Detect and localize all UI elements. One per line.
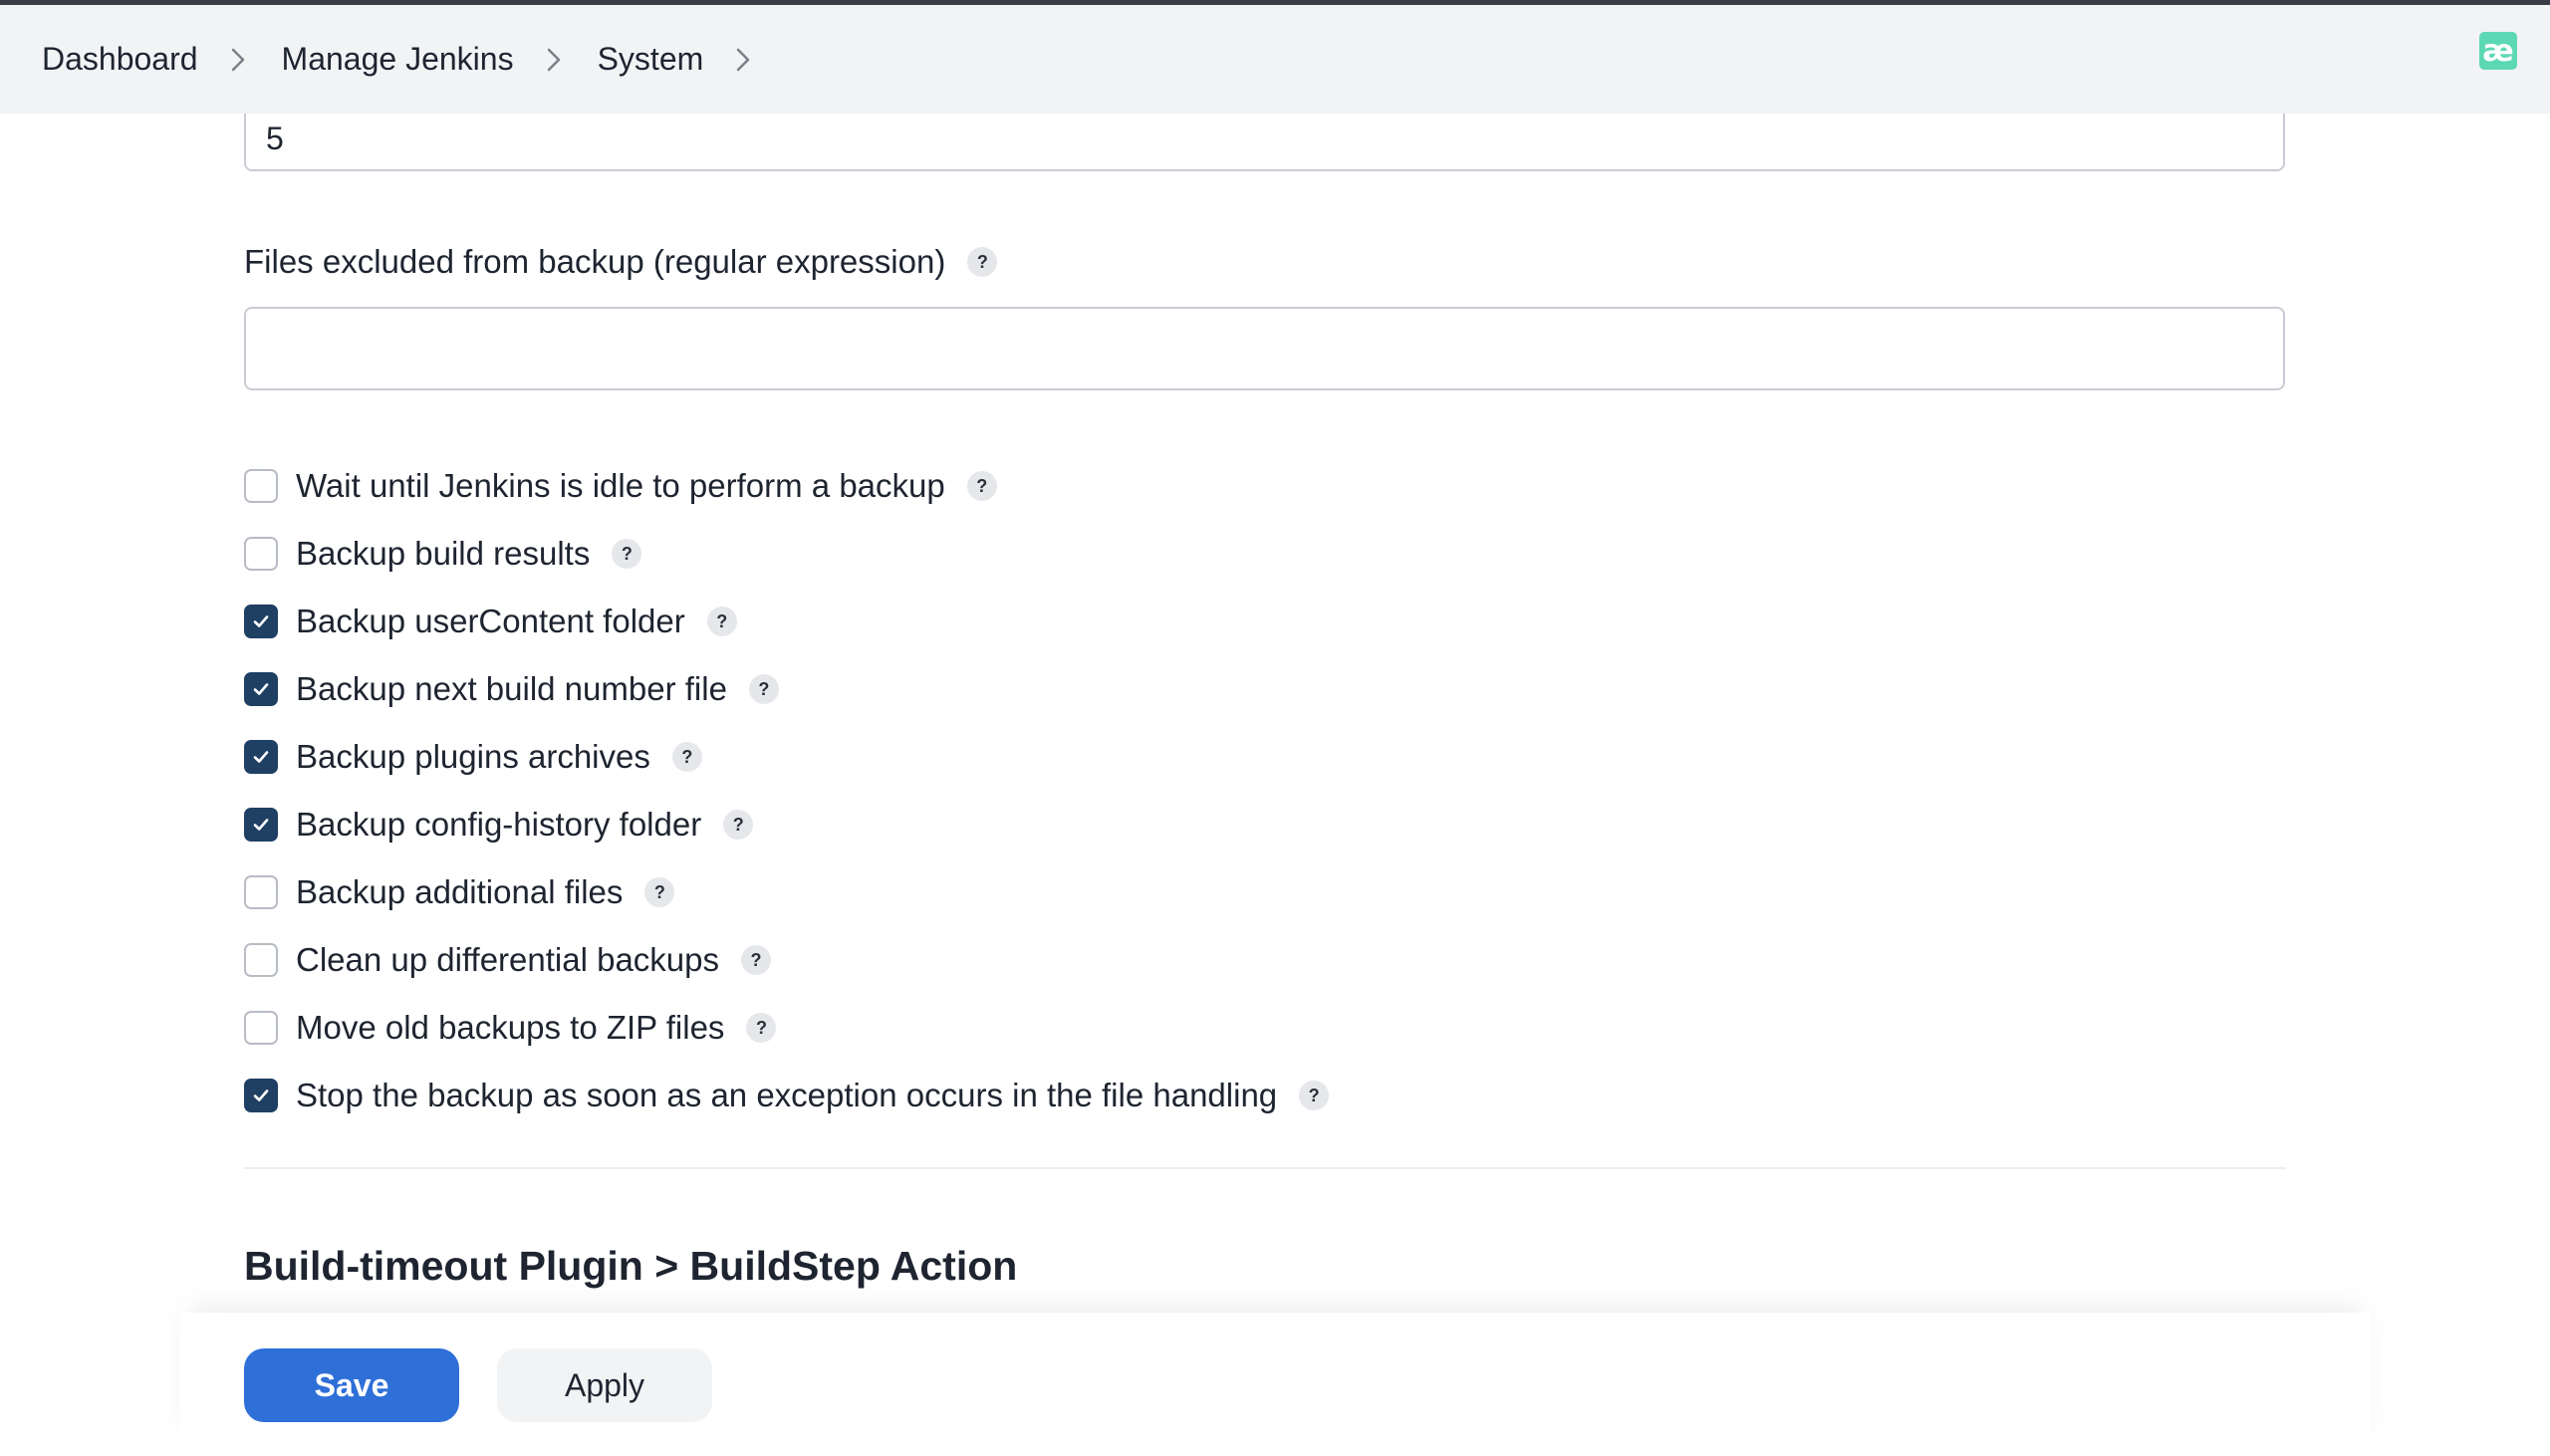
breadcrumb-bar: Dashboard Manage Jenkins System æ <box>0 5 2550 114</box>
breadcrumb-manage-jenkins[interactable]: Manage Jenkins <box>282 41 514 78</box>
help-icon[interactable]: ? <box>967 247 998 277</box>
apply-button[interactable]: Apply <box>497 1348 712 1422</box>
checkbox-label[interactable]: Wait until Jenkins is idle to perform a … <box>296 467 945 505</box>
help-icon[interactable]: ? <box>644 877 675 907</box>
checkbox-row[interactable]: Backup build results? <box>244 520 1329 588</box>
checkbox-label[interactable]: Backup build results <box>296 535 590 573</box>
checkbox-checked[interactable] <box>244 672 278 706</box>
breadcrumb-dashboard[interactable]: Dashboard <box>42 41 198 78</box>
checkbox-label[interactable]: Backup config-history folder <box>296 806 701 844</box>
help-icon[interactable]: ? <box>723 810 754 840</box>
checkbox-row[interactable]: Backup next build number file? <box>244 655 1329 723</box>
checkbox-unchecked[interactable] <box>244 875 278 909</box>
excluded-files-label-text: Files excluded from backup (regular expr… <box>244 243 946 280</box>
checkmark-icon <box>253 819 269 831</box>
checkmark-icon <box>253 615 269 627</box>
checkbox-row[interactable]: Clean up differential backups? <box>244 926 1329 994</box>
checkbox-unchecked[interactable] <box>244 1011 278 1045</box>
chevron-right-icon[interactable] <box>228 45 248 75</box>
chevron-right-icon[interactable] <box>733 45 753 75</box>
excluded-files-input[interactable] <box>244 307 2285 390</box>
checkbox-label[interactable]: Move old backups to ZIP files <box>296 1009 724 1047</box>
checkbox-checked[interactable] <box>244 808 278 842</box>
backup-options-list: Wait until Jenkins is idle to perform a … <box>244 452 1330 1129</box>
checkbox-row[interactable]: Stop the backup as soon as an exception … <box>244 1062 1330 1129</box>
bottom-action-bar: Save Apply <box>179 1313 2371 1456</box>
checkmark-icon <box>253 683 269 695</box>
breadcrumb-system[interactable]: System <box>598 41 704 78</box>
section-title: Build-timeout Plugin > BuildStep Action <box>244 1243 1018 1289</box>
help-icon[interactable]: ? <box>746 1013 777 1043</box>
checkbox-checked[interactable] <box>244 1079 278 1112</box>
help-icon[interactable]: ? <box>706 607 737 636</box>
checkbox-label[interactable]: Backup userContent folder <box>296 603 685 640</box>
checkbox-row[interactable]: Wait until Jenkins is idle to perform a … <box>244 452 1329 520</box>
checkbox-label[interactable]: Backup plugins archives <box>296 738 650 776</box>
app-badge-icon[interactable]: æ <box>2479 32 2517 70</box>
checkbox-row[interactable]: Backup userContent folder? <box>244 588 1329 655</box>
checkbox-row[interactable]: Backup plugins archives? <box>244 723 1329 791</box>
help-icon[interactable]: ? <box>741 945 772 975</box>
section-divider <box>244 1167 2286 1169</box>
checkbox-checked[interactable] <box>244 740 278 774</box>
checkbox-row[interactable]: Backup config-history folder? <box>244 791 1329 858</box>
checkmark-icon <box>253 1090 269 1101</box>
help-icon[interactable]: ? <box>612 539 642 569</box>
excluded-files-label: Files excluded from backup (regular expr… <box>244 243 998 281</box>
help-icon[interactable]: ? <box>966 471 997 501</box>
checkbox-label[interactable]: Backup next build number file <box>296 670 727 708</box>
help-icon[interactable]: ? <box>671 742 702 772</box>
save-button[interactable]: Save <box>244 1348 459 1422</box>
help-icon[interactable]: ? <box>1299 1081 1330 1110</box>
checkbox-row[interactable]: Backup additional files? <box>244 858 1329 926</box>
checkbox-label[interactable]: Stop the backup as soon as an exception … <box>296 1077 1277 1114</box>
checkbox-unchecked[interactable] <box>244 537 278 571</box>
checkbox-label[interactable]: Clean up differential backups <box>296 941 719 979</box>
help-icon[interactable]: ? <box>748 674 779 704</box>
checkbox-unchecked[interactable] <box>244 469 278 503</box>
checkbox-label[interactable]: Backup additional files <box>296 873 623 911</box>
checkbox-checked[interactable] <box>244 605 278 638</box>
chevron-right-icon[interactable] <box>544 45 564 75</box>
checkbox-unchecked[interactable] <box>244 943 278 977</box>
checkbox-row[interactable]: Move old backups to ZIP files? <box>244 994 1329 1062</box>
checkmark-icon <box>253 751 269 763</box>
config-form: Files excluded from backup (regular expr… <box>244 0 2286 1456</box>
